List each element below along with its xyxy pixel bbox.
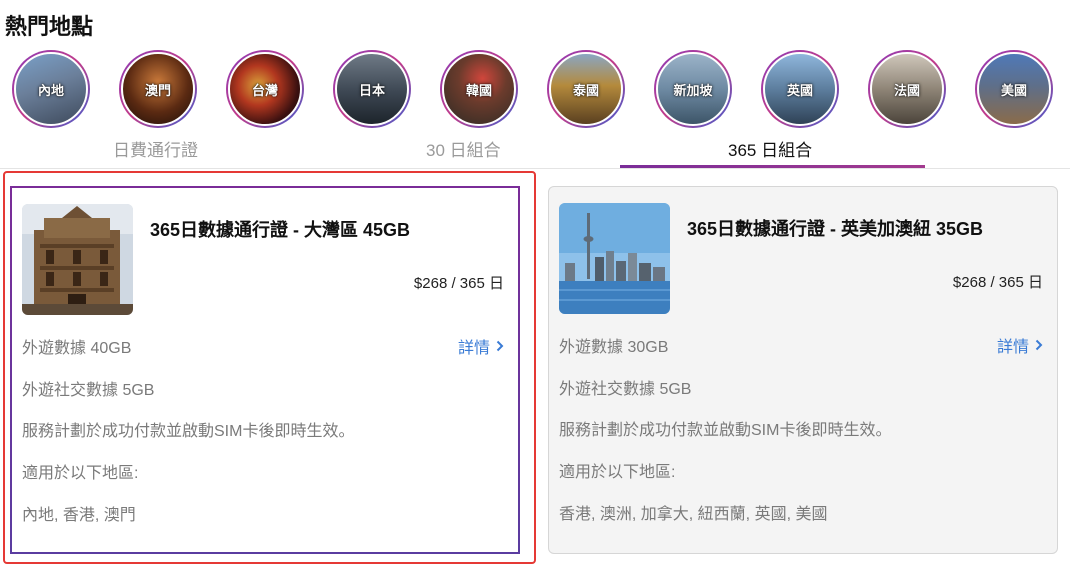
activation-note: 服務計劃於成功付款並啟動SIM卡後即時生效。 bbox=[559, 422, 892, 439]
destination-label: 泰國 bbox=[572, 82, 599, 98]
destination-label: 台灣 bbox=[251, 82, 278, 98]
destination-label: 韓國 bbox=[465, 82, 492, 98]
data-allowance: 外遊數據 40GB bbox=[22, 340, 132, 357]
toronto-skyline-photo-icon bbox=[559, 203, 670, 314]
plan-card-greater-bay-area[interactable]: 365日數據通行證 - 大灣區 45GB $268 / 365 日 外遊數據 4… bbox=[10, 186, 520, 554]
plan-price: $268 / 365 日 bbox=[413, 275, 504, 292]
destination-label: 澳門 bbox=[144, 82, 171, 98]
tab-365-day-bundle[interactable]: 365 日組合 bbox=[728, 136, 812, 161]
destination-usa[interactable]: 美國 bbox=[975, 50, 1053, 128]
destination-label: 法國 bbox=[893, 82, 920, 98]
details-label: 詳情 bbox=[457, 340, 490, 357]
section-title: 熱門地點 bbox=[5, 14, 94, 39]
tab-30-day-bundle[interactable]: 30 日組合 bbox=[426, 136, 501, 161]
destination-list: 內地 澳門 台灣 日本 韓國 泰國 新加坡 英國 法國 美國 bbox=[12, 50, 1064, 130]
destination-france[interactable]: 法國 bbox=[868, 50, 946, 128]
active-tab-indicator bbox=[620, 165, 925, 168]
destination-macau[interactable]: 澳門 bbox=[119, 50, 197, 128]
destination-taiwan[interactable]: 台灣 bbox=[226, 50, 304, 128]
chevron-right-icon bbox=[496, 340, 504, 352]
plan-tabs: 日費通行證 30 日組合 365 日組合 bbox=[0, 130, 1070, 169]
france-photo-icon: 法國 bbox=[870, 52, 944, 126]
plan-title: 365日數據通行證 - 大灣區 45GB bbox=[150, 220, 411, 240]
taiwan-photo-icon: 台灣 bbox=[228, 52, 302, 126]
details-label: 詳情 bbox=[996, 339, 1029, 356]
destination-label: 新加坡 bbox=[673, 82, 713, 98]
social-data-allowance: 外遊社交數據 5GB bbox=[22, 382, 155, 399]
activation-note: 服務計劃於成功付款並啟動SIM卡後即時生效。 bbox=[22, 423, 355, 440]
destination-uk[interactable]: 英國 bbox=[761, 50, 839, 128]
china-photo-icon: 內地 bbox=[14, 52, 88, 126]
destination-label: 內地 bbox=[37, 82, 64, 98]
destination-label: 美國 bbox=[1000, 82, 1027, 98]
destination-china[interactable]: 內地 bbox=[12, 50, 90, 128]
destination-singapore[interactable]: 新加坡 bbox=[654, 50, 732, 128]
regions-list: 內地, 香港, 澳門 bbox=[22, 507, 136, 524]
tab-daily-pass[interactable]: 日費通行證 bbox=[113, 136, 198, 161]
destination-japan[interactable]: 日本 bbox=[333, 50, 411, 128]
toronto-skyline-thumbnail bbox=[559, 203, 670, 314]
destination-korea[interactable]: 韓國 bbox=[440, 50, 518, 128]
plan-card-us-uk-canada-aus-nz[interactable]: 365日數據通行證 - 英美加澳紐 35GB $268 / 365 日 外遊數據… bbox=[548, 186, 1058, 554]
macau-ruins-photo-icon bbox=[22, 204, 133, 315]
regions-label: 適用於以下地區: bbox=[559, 464, 676, 481]
regions-label: 適用於以下地區: bbox=[22, 465, 139, 482]
macau-photo-icon: 澳門 bbox=[121, 52, 195, 126]
japan-photo-icon: 日本 bbox=[335, 52, 409, 126]
regions-list: 香港, 澳洲, 加拿大, 紐西蘭, 英國, 美國 bbox=[559, 506, 828, 523]
thailand-photo-icon: 泰國 bbox=[549, 52, 623, 126]
macau-ruins-thumbnail bbox=[22, 204, 133, 315]
destination-label: 英國 bbox=[786, 82, 813, 98]
data-allowance: 外遊數據 30GB bbox=[559, 339, 669, 356]
usa-photo-icon: 美國 bbox=[977, 52, 1051, 126]
details-link[interactable]: 詳情 bbox=[997, 333, 1043, 357]
details-link[interactable]: 詳情 bbox=[458, 334, 504, 358]
destination-thailand[interactable]: 泰國 bbox=[547, 50, 625, 128]
korea-photo-icon: 韓國 bbox=[442, 52, 516, 126]
social-data-allowance: 外遊社交數據 5GB bbox=[559, 381, 692, 398]
destination-label: 日本 bbox=[358, 82, 385, 98]
plan-title: 365日數據通行證 - 英美加澳紐 35GB bbox=[687, 219, 984, 239]
singapore-photo-icon: 新加坡 bbox=[656, 52, 730, 126]
uk-photo-icon: 英國 bbox=[763, 52, 837, 126]
plan-price: $268 / 365 日 bbox=[952, 274, 1043, 291]
chevron-right-icon bbox=[1035, 339, 1043, 351]
